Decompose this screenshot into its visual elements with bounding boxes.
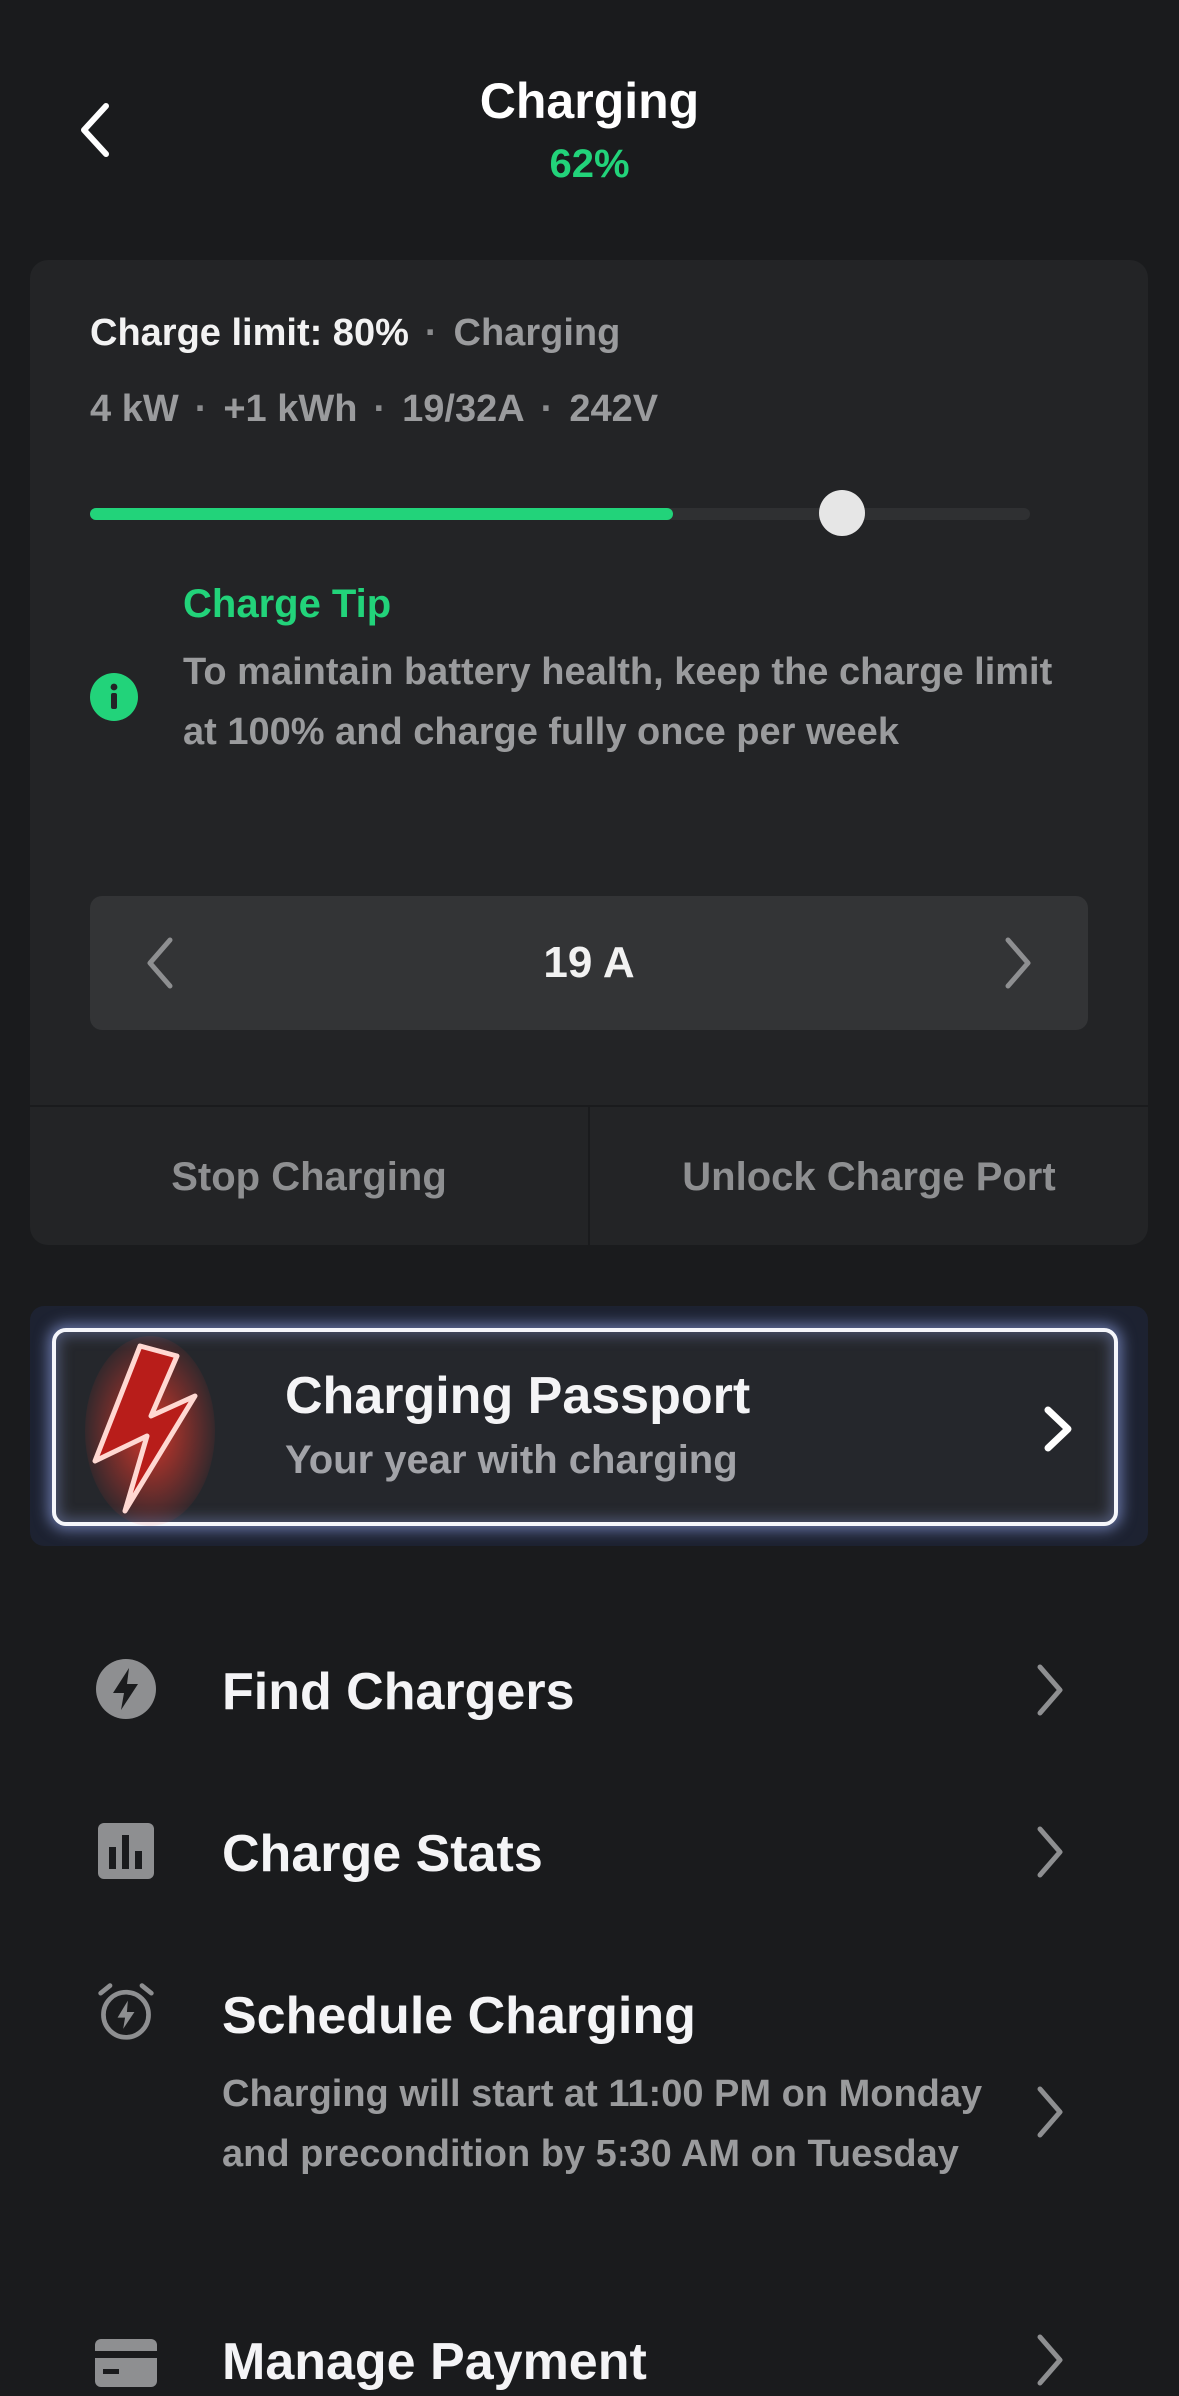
schedule-charging-label: Schedule Charging [222,1987,696,2045]
lightning-bolt-icon [85,1336,215,1526]
voltage-value: 242V [569,388,659,430]
schedule-charging-item[interactable]: Schedule Charging Charging will start at… [0,1964,1179,2254]
chevron-right-icon [1040,1404,1076,1459]
info-icon [90,673,138,721]
charge-limit-label: Charge limit: 80% [90,312,409,354]
manage-payment-item[interactable]: Manage Payment [0,2312,1179,2396]
charge-stats-item[interactable]: Charge Stats [0,1802,1179,1902]
chevron-right-icon [1005,937,1031,989]
chevron-right-icon [1030,1660,1070,1720]
stop-charging-button[interactable]: Stop Charging [30,1107,588,1245]
charge-action-row: Stop Charging Unlock Charge Port [30,1105,1148,1245]
battery-percent: 62% [549,142,630,186]
page-title: Charging [479,73,700,129]
manage-payment-label: Manage Payment [222,2333,647,2391]
power-value: 4 kW [90,388,179,430]
schedule-description: Charging will start at 11:00 PM on Monda… [222,2073,983,2175]
charging-passport-banner[interactable]: Charging Passport Your year with chargin… [30,1306,1148,1546]
passport-subtitle: Your year with charging [285,1438,738,1482]
credit-card-icon [95,2332,157,2394]
alarm-clock-icon [95,1980,157,2042]
energy-added-value: +1 kWh [223,388,358,430]
amperage-value: 19/32A [402,388,525,430]
charge-limit-slider[interactable] [90,508,1030,520]
find-chargers-label: Find Chargers [222,1663,575,1721]
charge-tip-text: To maintain battery health, keep the cha… [183,651,1053,753]
amperage-stepper: 19 A [90,896,1088,1030]
charge-stats-label: Charge Stats [222,1825,543,1883]
charge-status: Charging [453,312,621,354]
chevron-right-icon [1030,2082,1070,2142]
increase-amps-button[interactable] [988,926,1048,1000]
chevron-right-icon [1030,2330,1070,2390]
unlock-charge-port-button[interactable]: Unlock Charge Port [590,1107,1148,1245]
charge-card: Charge limit: 80% · Charging 4 kW · +1 kWh · 1… [30,260,1148,1245]
passport-title: Charging Passport [285,1367,751,1425]
bar-chart-icon [95,1820,157,1882]
find-chargers-item[interactable]: Find Chargers [0,1640,1179,1740]
chevron-right-icon [1030,1822,1070,1882]
charge-summary-line: Charge limit: 80% · Charging [90,312,621,354]
charge-limit-thumb[interactable] [819,490,865,536]
charge-stats-line: 4 kW · +1 kWh · 19/32A · 242V [90,388,659,430]
amperage-setting: 19 A [543,938,635,987]
charge-tip-title: Charge Tip [183,582,392,626]
bolt-circle-icon [95,1658,157,1720]
charge-level-fill [90,508,673,520]
